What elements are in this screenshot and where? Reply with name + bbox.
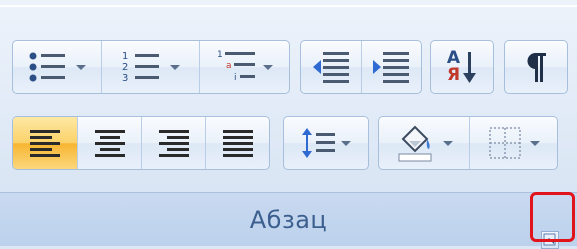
- numbering-dropdown-arrow[interactable]: [169, 64, 180, 70]
- numbered-list-icon: 1 2 3: [122, 49, 162, 85]
- indent-button-group: [300, 40, 422, 94]
- svg-text:1: 1: [122, 51, 128, 62]
- align-left-button[interactable]: [13, 117, 77, 169]
- group-label-bar: Абзац: [0, 192, 577, 246]
- align-right-button[interactable]: [141, 117, 205, 169]
- sort-button[interactable]: А Я: [431, 41, 493, 93]
- borders-dropdown-arrow[interactable]: [529, 140, 540, 146]
- borders-button[interactable]: [469, 117, 557, 169]
- numbering-button[interactable]: 1 2 3: [101, 41, 199, 93]
- svg-text:2: 2: [122, 62, 128, 73]
- align-center-icon: [93, 128, 127, 158]
- multilevel-dropdown-arrow[interactable]: [262, 64, 273, 70]
- sort-button-group: А Я: [430, 40, 494, 94]
- increase-indent-icon: [371, 49, 411, 85]
- line-spacing-icon: [301, 126, 337, 160]
- increase-indent-button[interactable]: [360, 41, 421, 93]
- line-spacing-dropdown-arrow[interactable]: [341, 140, 351, 146]
- align-center-button[interactable]: [77, 117, 141, 169]
- justify-icon: [221, 128, 255, 158]
- align-left-icon: [28, 128, 62, 158]
- top-highlight: [0, 5, 577, 7]
- multilevel-list-icon: 1 a i: [217, 47, 259, 87]
- svg-text:1: 1: [217, 50, 223, 60]
- decrease-indent-icon: [311, 49, 351, 85]
- paragraph-group-panel: 1 2 3 1 a i А Я Абзац: [0, 0, 577, 249]
- shading-icon: [395, 123, 435, 163]
- group-label: Абзац: [249, 205, 328, 234]
- alignment-button-group: [12, 116, 270, 170]
- line-spacing-button[interactable]: [284, 117, 368, 169]
- align-right-icon: [157, 128, 191, 158]
- highlight-box: [530, 192, 575, 242]
- line-spacing-button-group: [283, 116, 369, 170]
- bullets-dropdown-arrow[interactable]: [76, 64, 86, 70]
- multilevel-list-button[interactable]: 1 a i: [199, 41, 289, 93]
- justify-button[interactable]: [205, 117, 269, 169]
- sort-letter-bottom: Я: [446, 65, 461, 85]
- pilcrow-icon: [524, 50, 548, 84]
- bullet-list-icon: [28, 49, 68, 85]
- bullets-button[interactable]: [13, 41, 101, 93]
- shading-borders-button-group: [378, 116, 558, 170]
- show-marks-button-group: [504, 40, 568, 94]
- svg-text:3: 3: [122, 73, 128, 84]
- show-formatting-marks-button[interactable]: [505, 41, 567, 93]
- sort-icon: А Я: [447, 49, 477, 85]
- svg-text:a: a: [226, 61, 232, 71]
- shading-button[interactable]: [379, 117, 469, 169]
- borders-icon: [488, 126, 522, 160]
- decrease-indent-button[interactable]: [301, 41, 361, 93]
- lists-button-group: 1 2 3 1 a i: [12, 40, 290, 94]
- shading-dropdown-arrow[interactable]: [443, 140, 453, 146]
- svg-text:i: i: [234, 73, 237, 83]
